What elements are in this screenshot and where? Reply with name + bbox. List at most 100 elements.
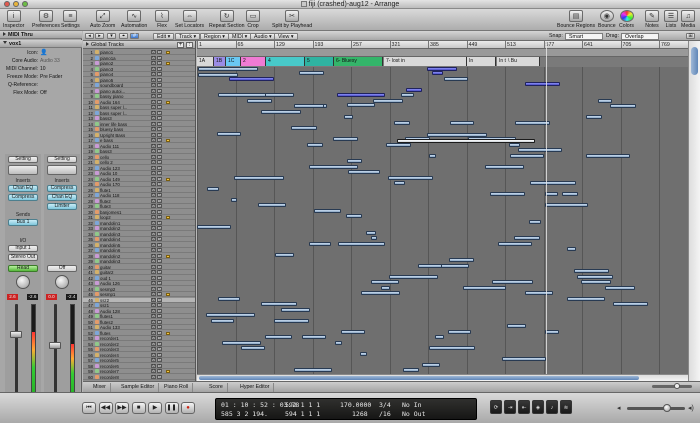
track-mute-button[interactable]: M xyxy=(151,330,156,335)
region[interactable] xyxy=(545,329,559,334)
track-solo-button[interactable]: S xyxy=(157,270,162,274)
auto-zoom-button[interactable]: ⤢ Auto Zoom xyxy=(90,10,115,31)
drag-mode-selector[interactable]: Overlap xyxy=(621,33,659,40)
track-row[interactable]: 40 guitar M S xyxy=(83,264,195,270)
crop-button[interactable]: ▭ Crop xyxy=(246,10,260,31)
region[interactable] xyxy=(403,368,419,372)
marker-5[interactable]: 5 xyxy=(305,57,334,66)
track-mute-button[interactable]: M xyxy=(151,363,156,368)
region[interactable] xyxy=(422,362,440,367)
region[interactable] xyxy=(429,346,475,350)
region[interactable] xyxy=(386,142,411,147)
region[interactable] xyxy=(360,351,367,356)
track-row[interactable]: 31 loop2 M S xyxy=(83,215,195,220)
flex-button[interactable]: ⌇ Flex xyxy=(155,10,169,31)
track-row[interactable]: 59 recorder7 M S xyxy=(83,369,195,374)
track-solo-button[interactable]: S xyxy=(157,341,162,346)
region[interactable] xyxy=(381,285,390,290)
track-solo-button[interactable]: S xyxy=(157,352,162,357)
track-mute-button[interactable]: M xyxy=(151,50,156,54)
input-selector[interactable]: Input 1 xyxy=(8,245,38,252)
track-mute-button[interactable]: M xyxy=(151,149,156,153)
tool-dropdown-icon[interactable]: ▾ xyxy=(107,33,116,39)
marker-4[interactable]: 4 xyxy=(266,57,305,66)
track-solo-button[interactable]: S xyxy=(157,319,162,324)
track-mute-button[interactable]: M xyxy=(151,220,156,225)
preferences-button[interactable]: ⚙ Preferences xyxy=(32,10,60,31)
region[interactable] xyxy=(309,164,358,169)
track-row[interactable]: 35 mandolin4 M S xyxy=(83,237,195,242)
region[interactable] xyxy=(291,126,317,130)
track-solo-button[interactable]: S xyxy=(157,248,162,252)
region[interactable] xyxy=(299,71,324,75)
region[interactable] xyxy=(435,335,444,339)
track-row[interactable]: 15 bluesy bass M S xyxy=(83,127,195,132)
marker-1a[interactable]: 1A xyxy=(197,57,214,66)
menu-track[interactable]: Track ▾ xyxy=(175,33,201,40)
track-mute-button[interactable]: M xyxy=(151,286,156,291)
marker-bu[interactable]: \ Bu xyxy=(506,57,540,66)
track-mute-button[interactable]: M xyxy=(151,319,156,324)
region[interactable] xyxy=(577,274,613,279)
track-mute-button[interactable]: M xyxy=(151,303,156,307)
menu-midi[interactable]: MIDI ▾ xyxy=(228,33,252,40)
track-solo-button[interactable]: S xyxy=(157,149,162,153)
track-mute-button[interactable]: M xyxy=(151,314,156,318)
region[interactable] xyxy=(427,67,457,71)
track-solo-button[interactable]: S xyxy=(157,363,162,368)
track-solo-button[interactable]: S xyxy=(157,264,162,269)
region[interactable] xyxy=(335,340,342,345)
region[interactable] xyxy=(309,241,331,246)
region[interactable] xyxy=(198,67,258,71)
freeze-icon[interactable] xyxy=(166,254,170,258)
vertical-scrollbar[interactable] xyxy=(688,41,700,381)
track-row[interactable]: 53 recorder1 M S xyxy=(83,336,195,341)
bar-ruler[interactable]: 1 65 129 193 257 321 385 449 513 577 641 705 769 xyxy=(197,41,688,49)
param-value[interactable]: Pre Fader xyxy=(40,74,62,81)
region[interactable] xyxy=(347,103,375,107)
track-mute-button[interactable]: M xyxy=(151,193,156,197)
marker-1c[interactable]: 1C xyxy=(226,57,241,66)
region[interactable] xyxy=(530,181,576,185)
region[interactable] xyxy=(449,258,474,262)
track-row[interactable]: 29 flute3 M S xyxy=(83,204,195,209)
track-row[interactable]: 22 Audio 123 M S xyxy=(83,165,195,171)
region[interactable] xyxy=(514,236,540,240)
param-q-reference[interactable]: Q-Reference: xyxy=(0,82,82,89)
track-row[interactable]: 30 banjomes1 M S xyxy=(83,209,195,215)
region[interactable] xyxy=(485,164,524,169)
track-mute-button[interactable]: M xyxy=(151,204,156,208)
forward-icon[interactable]: ▸ xyxy=(95,33,104,39)
region[interactable] xyxy=(338,241,385,246)
track-solo-button[interactable]: S xyxy=(157,83,162,87)
track-row[interactable]: 9 bassy piano M S xyxy=(83,94,195,99)
pause-button[interactable]: ❚❚ xyxy=(164,402,179,414)
region[interactable] xyxy=(418,263,442,268)
region[interactable] xyxy=(490,192,525,196)
track-row[interactable]: 34 mandolin3 M S xyxy=(83,231,195,237)
region[interactable] xyxy=(261,302,297,306)
transport-display[interactable]: 01 : 10 : 52 : 03.78 585 3 2 194. 592 1 … xyxy=(215,398,477,420)
track-solo-button[interactable]: S xyxy=(157,110,162,115)
track-solo-button[interactable]: S xyxy=(157,286,162,291)
region[interactable] xyxy=(229,76,274,81)
track-mute-button[interactable]: M xyxy=(151,253,156,258)
track-solo-button[interactable]: S xyxy=(157,171,162,175)
transport-mode-button[interactable]: ≋ xyxy=(560,400,572,414)
freeze-icon[interactable] xyxy=(166,331,170,335)
region[interactable] xyxy=(394,181,405,185)
region[interactable] xyxy=(510,153,544,158)
track-solo-button[interactable]: S xyxy=(157,121,162,126)
zoom-slider[interactable] xyxy=(652,383,692,389)
track-icon[interactable]: 👤 xyxy=(40,50,47,57)
marker-track[interactable]: 1A1B1C2456- Bluesy7- lost inInIn thin\ B… xyxy=(197,57,688,67)
region[interactable] xyxy=(598,98,612,103)
region[interactable] xyxy=(567,247,576,251)
eq-display[interactable] xyxy=(8,165,38,175)
track-row[interactable]: 54 recorder2 M S xyxy=(83,341,195,347)
track-row[interactable]: 39 mandolin3 M S xyxy=(83,259,195,264)
track-row[interactable]: 16 Upright Bass M S xyxy=(83,132,195,138)
region[interactable] xyxy=(211,318,234,323)
track-mute-button[interactable]: M xyxy=(151,374,156,379)
region[interactable] xyxy=(247,98,272,103)
